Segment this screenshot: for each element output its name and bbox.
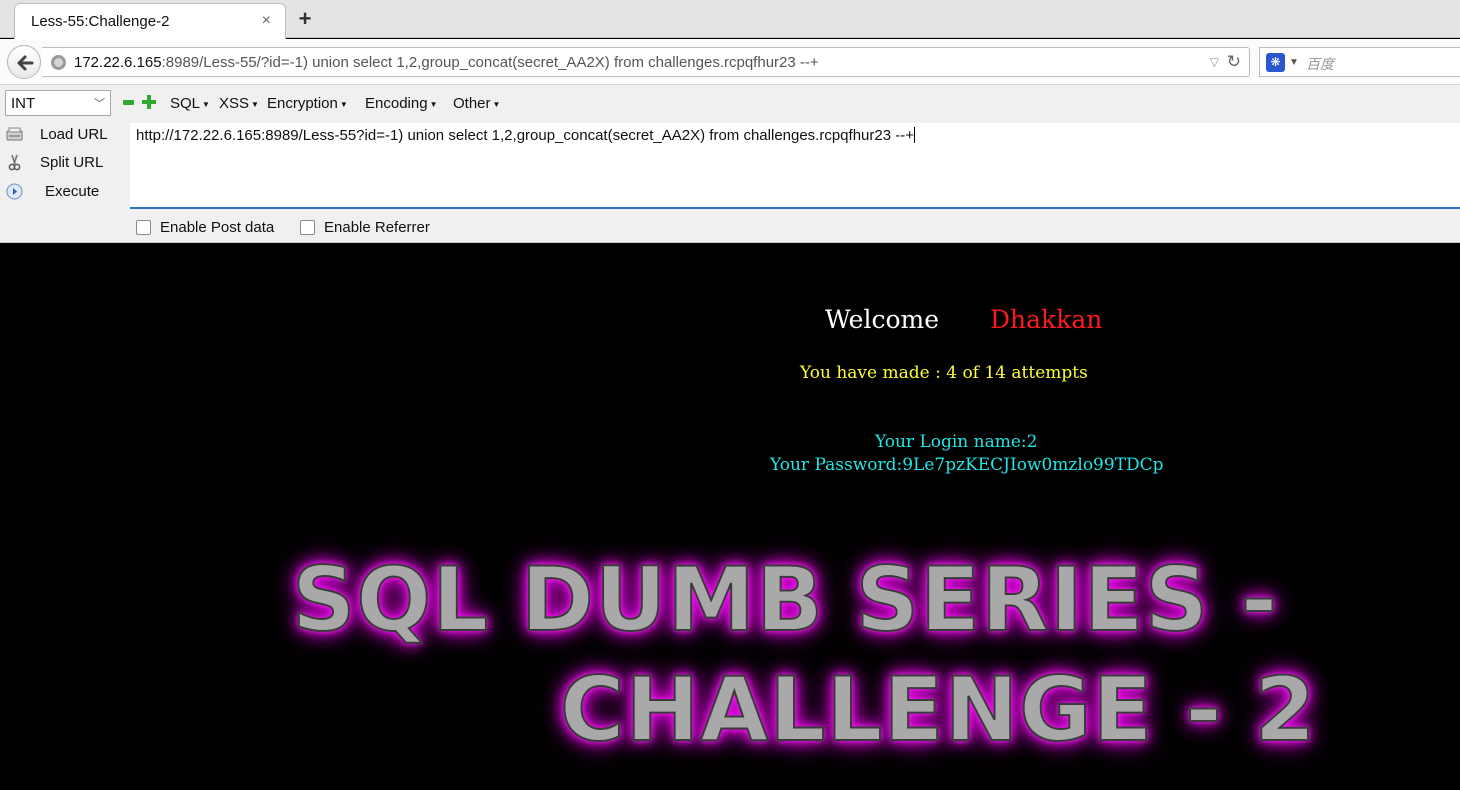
plus-icon[interactable] <box>142 95 156 109</box>
url-host: 172.22.6.165 <box>74 54 162 71</box>
attempts-counter: You have made : 4 of 14 attempts <box>800 363 1088 383</box>
search-box[interactable]: ❋ ▼ 百度 <box>1259 47 1460 77</box>
menu-label: XSS <box>219 95 250 112</box>
browser-tab[interactable]: Less-55:Challenge-2 × <box>14 3 286 39</box>
page-content: Welcome Dhakkan You have made : 4 of 14 … <box>0 243 1460 790</box>
menu-label: Encryption <box>267 95 338 112</box>
execute-button[interactable]: Execute <box>0 179 128 205</box>
hackbar-url-text: http://172.22.6.165:8989/Less-55?id=-1) … <box>136 127 915 144</box>
menu-label: Other <box>453 95 491 112</box>
load-url-icon <box>6 127 23 141</box>
hackbar-url-value: http://172.22.6.165:8989/Less-55?id=-1) … <box>136 127 914 144</box>
globe-icon <box>51 55 66 70</box>
password: Your Password:9Le7pzKECJIow0mzlo99TDCp <box>770 455 1164 475</box>
split-url-button[interactable]: Split URL <box>0 150 128 176</box>
banner-title-line1: SQL DUMB SERIES - <box>291 547 1279 652</box>
back-button[interactable] <box>7 45 41 79</box>
checkbox-label: Enable Post data <box>160 219 275 236</box>
new-tab-button[interactable]: + <box>293 5 317 33</box>
checkbox-label: Enable Referrer <box>324 219 430 236</box>
back-arrow-icon <box>17 55 34 71</box>
search-engine-dropdown-icon[interactable]: ▼ <box>1289 57 1299 68</box>
history-dropdown-icon[interactable]: ▽ <box>1210 55 1219 69</box>
address-bar[interactable]: 172.22.6.165:8989/Less-55/?id=-1) union … <box>42 47 1250 77</box>
checkbox-box[interactable] <box>300 220 315 235</box>
tab-strip: Less-55:Challenge-2 × + <box>0 0 1460 39</box>
execute-label: Execute <box>45 183 100 200</box>
type-select-value: INT <box>11 95 36 112</box>
minus-icon[interactable] <box>123 100 134 105</box>
load-url-label: Load URL <box>40 126 108 143</box>
hackbar: INT ﹀ SQL ▼ XSS ▼ Encryption ▼ Encoding ▼ Ot… <box>0 85 1460 243</box>
menu-encoding[interactable]: Encoding ▼ <box>365 95 437 112</box>
menu-xss[interactable]: XSS ▼ <box>219 95 259 112</box>
menu-label: Encoding <box>365 95 428 112</box>
reload-icon[interactable]: ↻ <box>1227 52 1241 72</box>
load-url-button[interactable]: Load URL <box>0 122 128 148</box>
menu-encryption[interactable]: Encryption ▼ <box>267 95 348 112</box>
play-icon <box>6 183 23 200</box>
search-placeholder[interactable]: 百度 <box>1306 54 1334 74</box>
navigation-bar: 172.22.6.165:8989/Less-55/?id=-1) union … <box>0 39 1460 85</box>
type-select[interactable]: INT ﹀ <box>5 90 111 116</box>
close-tab-icon[interactable]: × <box>262 12 271 30</box>
enable-referrer-checkbox[interactable]: Enable Referrer <box>300 218 450 238</box>
welcome-label: Welcome <box>825 305 940 334</box>
scissors-icon <box>8 154 21 171</box>
tab-title: Less-55:Challenge-2 <box>31 13 170 30</box>
login-name: Your Login name:2 <box>875 432 1038 452</box>
checkbox-box[interactable] <box>136 220 151 235</box>
menu-label: SQL <box>170 95 201 112</box>
banner-title-line2: CHALLENGE - 2 <box>559 657 1317 762</box>
menu-other[interactable]: Other ▼ <box>453 95 500 112</box>
menu-sql[interactable]: SQL ▼ <box>170 95 210 112</box>
paw-icon[interactable]: ❋ <box>1266 53 1285 72</box>
text-cursor <box>913 127 915 143</box>
welcome-name: Dhakkan <box>990 305 1103 334</box>
hackbar-url-input[interactable]: http://172.22.6.165:8989/Less-55?id=-1) … <box>130 123 1460 209</box>
address-bar-url[interactable]: 172.22.6.165:8989/Less-55/?id=-1) union … <box>74 54 819 71</box>
chevron-down-icon: ﹀ <box>94 98 105 110</box>
enable-post-data-checkbox[interactable]: Enable Post data <box>136 218 296 238</box>
split-url-label: Split URL <box>40 154 104 171</box>
url-path: :8989/Less-55/?id=-1) union select 1,2,g… <box>161 54 819 71</box>
